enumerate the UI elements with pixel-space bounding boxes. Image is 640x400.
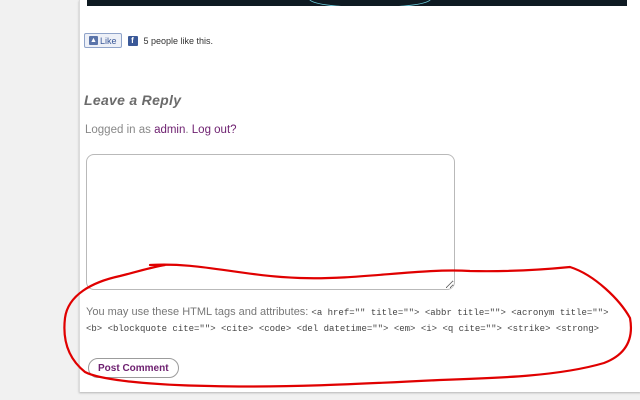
reply-heading: Leave a Reply xyxy=(84,92,182,108)
like-button-label: Like xyxy=(100,35,117,46)
facebook-like-bar: ▲ Like f 5 people like this. xyxy=(84,33,213,48)
header-image xyxy=(87,0,627,6)
image-glow-ring xyxy=(309,0,431,6)
facebook-like-button[interactable]: ▲ Like xyxy=(84,33,122,48)
facebook-icon: f xyxy=(127,35,138,46)
allowed-tags-note: You may use these HTML tags and attribut… xyxy=(86,305,621,337)
logout-link[interactable]: Log out? xyxy=(192,124,237,136)
like-count-text: 5 people like this. xyxy=(143,35,214,46)
user-link[interactable]: admin xyxy=(154,124,185,136)
allowed-tags-intro: You may use these HTML tags and attribut… xyxy=(86,306,312,318)
comment-textarea[interactable] xyxy=(86,154,455,290)
logged-in-prefix: Logged in as xyxy=(85,124,155,136)
logged-in-line: Logged in as admin. Log out? xyxy=(85,124,237,136)
thumbs-up-icon: ▲ xyxy=(89,36,98,45)
post-comment-button[interactable]: Post Comment xyxy=(88,358,179,378)
